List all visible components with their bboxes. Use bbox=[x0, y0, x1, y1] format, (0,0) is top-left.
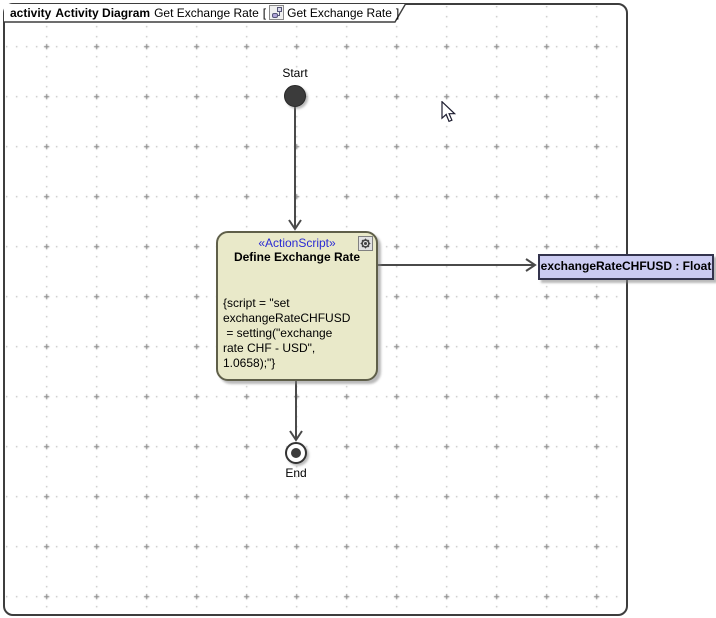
bracket-open: [ bbox=[263, 6, 266, 20]
bracket-close: ] bbox=[396, 6, 399, 20]
frame-title-tab[interactable]: activity Activity Diagram Get Exchange Rat… bbox=[4, 4, 410, 24]
mouse-cursor-icon bbox=[441, 101, 458, 124]
object-node-label: exchangeRateCHFUSD : Float bbox=[541, 259, 712, 273]
initial-node[interactable] bbox=[284, 85, 306, 107]
action-script-indicator[interactable] bbox=[358, 236, 373, 251]
start-node-label: Start bbox=[267, 66, 323, 80]
frame-diagram-name: Get Exchange Rate bbox=[154, 6, 259, 20]
action-name: Define Exchange Rate bbox=[223, 250, 371, 265]
stereotype-label: «ActionScript» bbox=[223, 236, 371, 250]
frame-content-name: Get Exchange Rate bbox=[287, 6, 392, 20]
activity-final-node[interactable] bbox=[285, 442, 307, 464]
frame-keyword: activity bbox=[10, 6, 51, 20]
frame-title-text: activity Activity Diagram Get Exchange Rat… bbox=[10, 5, 399, 22]
action-script-text: {script = "set exchangeRateCHFUSD = sett… bbox=[223, 296, 371, 371]
end-node-label: End bbox=[268, 466, 324, 480]
frame-diagram-type: Activity Diagram bbox=[55, 6, 150, 20]
object-node[interactable]: exchangeRateCHFUSD : Float bbox=[538, 254, 714, 280]
activity-diagram-icon bbox=[269, 5, 284, 20]
final-node-dot bbox=[291, 448, 301, 458]
gear-icon bbox=[360, 238, 371, 249]
magicdraw-activity-diagram-canvas: activity Activity Diagram Get Exchange Rat… bbox=[0, 0, 716, 618]
action-node-define-exchange-rate[interactable]: «ActionScript» Define Exchange Rate {scr… bbox=[216, 231, 378, 381]
